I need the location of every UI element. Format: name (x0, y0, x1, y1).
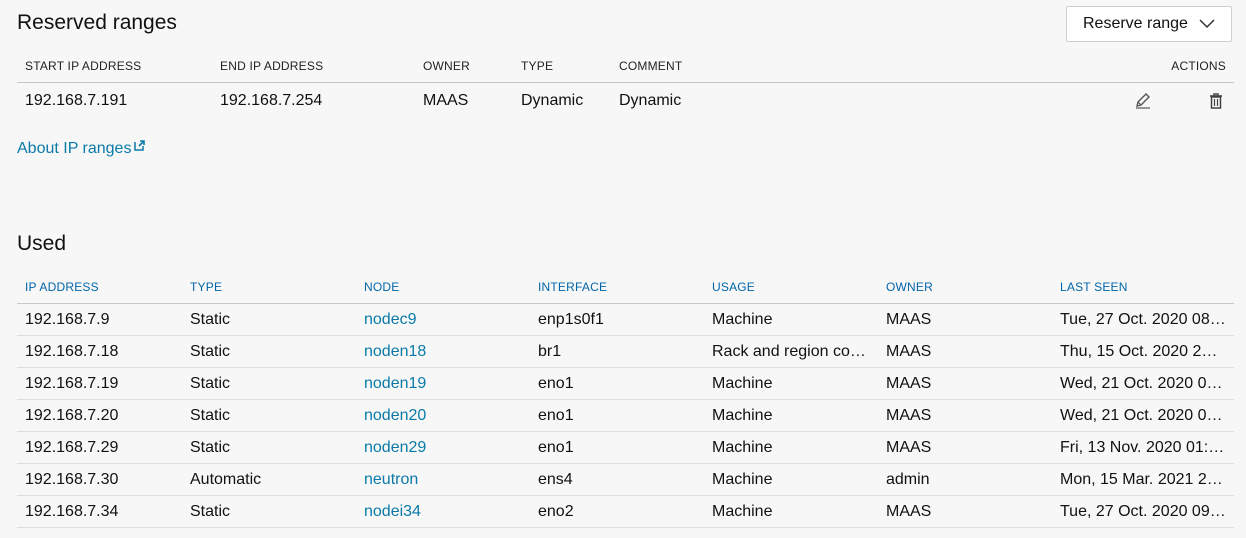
col-owner[interactable]: OWNER (878, 271, 1052, 304)
usage: Rack and region cont... (704, 335, 878, 368)
last-seen: Fri, 13 Nov. 2020 01:0... (1052, 431, 1234, 464)
col-node[interactable]: NODE (356, 271, 530, 304)
reserved-ranges-title: Reserved ranges (17, 11, 177, 34)
table-row: 192.168.7.20 Static noden20 eno1 Machine… (17, 399, 1234, 432)
owner: MAAS (423, 91, 469, 109)
owner: MAAS (878, 399, 1052, 432)
edit-icon[interactable] (1133, 91, 1153, 111)
col-type[interactable]: TYPE (513, 50, 611, 83)
col-comment[interactable]: COMMENT (611, 50, 1102, 83)
table-row: 192.168.7.191 192.168.7.254 MAAS Dynamic… (17, 83, 1234, 119)
type: Static (182, 495, 356, 528)
table-header-row: START IP ADDRESS END IP ADDRESS OWNER TY… (17, 50, 1234, 83)
owner: MAAS (878, 495, 1052, 528)
about-ip-ranges-link[interactable]: About IP ranges (17, 140, 146, 158)
ip-address: 192.168.7.20 (17, 399, 182, 432)
col-last-seen[interactable]: LAST SEEN (1052, 271, 1234, 304)
last-seen: Wed, 21 Oct. 2020 00... (1052, 399, 1234, 432)
usage: Machine (704, 399, 878, 432)
type: Static (182, 303, 356, 336)
type: Static (182, 367, 356, 400)
ip-address: 192.168.7.30 (17, 463, 182, 496)
interface: eno2 (530, 495, 704, 528)
owner: MAAS (878, 367, 1052, 400)
node-link[interactable]: noden20 (356, 399, 530, 432)
node-link[interactable]: nodei34 (356, 495, 530, 528)
col-interface[interactable]: INTERFACE (530, 271, 704, 304)
row-actions (1102, 83, 1234, 119)
node-link[interactable]: noden29 (356, 431, 530, 464)
reserve-range-button[interactable]: Reserve range (1066, 6, 1232, 42)
interface: eno1 (530, 367, 704, 400)
last-seen: Tue, 27 Oct. 2020 09:... (1052, 495, 1234, 528)
table-header-row: IP ADDRESS TYPE NODE INTERFACE USAGE OWN… (17, 271, 1234, 304)
ip-address: 192.168.7.18 (17, 335, 182, 368)
table-row: 192.168.7.29 Static noden29 eno1 Machine… (17, 431, 1234, 464)
col-actions: ACTIONS (1102, 50, 1234, 83)
node-link[interactable]: neutron (356, 463, 530, 496)
external-link-icon (134, 140, 146, 151)
table-row: 192.168.7.18 Static noden18 br1 Rack and… (17, 335, 1234, 368)
type: Static (182, 335, 356, 368)
ip-address: 192.168.7.19 (17, 367, 182, 400)
col-type[interactable]: TYPE (182, 271, 356, 304)
delete-icon[interactable] (1206, 91, 1226, 111)
start-ip: 192.168.7.191 (25, 91, 128, 109)
used-title: Used (17, 232, 67, 255)
chevron-down-icon (1199, 19, 1215, 29)
interface: enp1s0f1 (530, 303, 704, 336)
type: Automatic (182, 463, 356, 496)
end-ip: 192.168.7.254 (220, 91, 323, 109)
owner: admin (878, 463, 1052, 496)
last-seen: Mon, 15 Mar. 2021 23... (1052, 463, 1234, 496)
col-owner[interactable]: OWNER (415, 50, 513, 83)
usage: Machine (704, 431, 878, 464)
usage: Machine (704, 495, 878, 528)
table-row: 192.168.7.9 Static nodec9 enp1s0f1 Machi… (17, 303, 1234, 336)
col-start-ip[interactable]: START IP ADDRESS (17, 50, 212, 83)
ip-address: 192.168.7.34 (17, 495, 182, 528)
table-row: 192.168.7.19 Static noden19 eno1 Machine… (17, 367, 1234, 400)
node-link[interactable]: nodec9 (356, 303, 530, 336)
type: Static (182, 431, 356, 464)
usage: Machine (704, 367, 878, 400)
ip-address: 192.168.7.9 (17, 303, 182, 336)
last-seen: Thu, 15 Oct. 2020 23:... (1052, 335, 1234, 368)
interface: eno1 (530, 431, 704, 464)
col-end-ip[interactable]: END IP ADDRESS (212, 50, 415, 83)
node-link[interactable]: noden18 (356, 335, 530, 368)
ip-address: 192.168.7.29 (17, 431, 182, 464)
node-link[interactable]: noden19 (356, 367, 530, 400)
interface: eno1 (530, 399, 704, 432)
type: Dynamic (521, 91, 584, 109)
table-row: 192.168.7.34 Static nodei34 eno2 Machine… (17, 495, 1234, 528)
interface: ens4 (530, 463, 704, 496)
usage: Machine (704, 303, 878, 336)
last-seen: Tue, 27 Oct. 2020 08:... (1052, 303, 1234, 336)
interface: br1 (530, 335, 704, 368)
last-seen: Wed, 21 Oct. 2020 00... (1052, 367, 1234, 400)
col-usage[interactable]: USAGE (704, 271, 878, 304)
about-ip-ranges-label: About IP ranges (17, 140, 132, 157)
comment: Dynamic (619, 91, 682, 109)
owner: MAAS (878, 335, 1052, 368)
reserved-ranges-table: START IP ADDRESS END IP ADDRESS OWNER TY… (17, 50, 1234, 118)
owner: MAAS (878, 431, 1052, 464)
used-ips-table: IP ADDRESS TYPE NODE INTERFACE USAGE OWN… (17, 271, 1234, 528)
col-ip-address[interactable]: IP ADDRESS (17, 271, 182, 304)
table-row: 192.168.7.30 Automatic neutron ens4 Mach… (17, 463, 1234, 496)
owner: MAAS (878, 303, 1052, 336)
reserve-range-label: Reserve range (1083, 15, 1188, 32)
type: Static (182, 399, 356, 432)
usage: Machine (704, 463, 878, 496)
